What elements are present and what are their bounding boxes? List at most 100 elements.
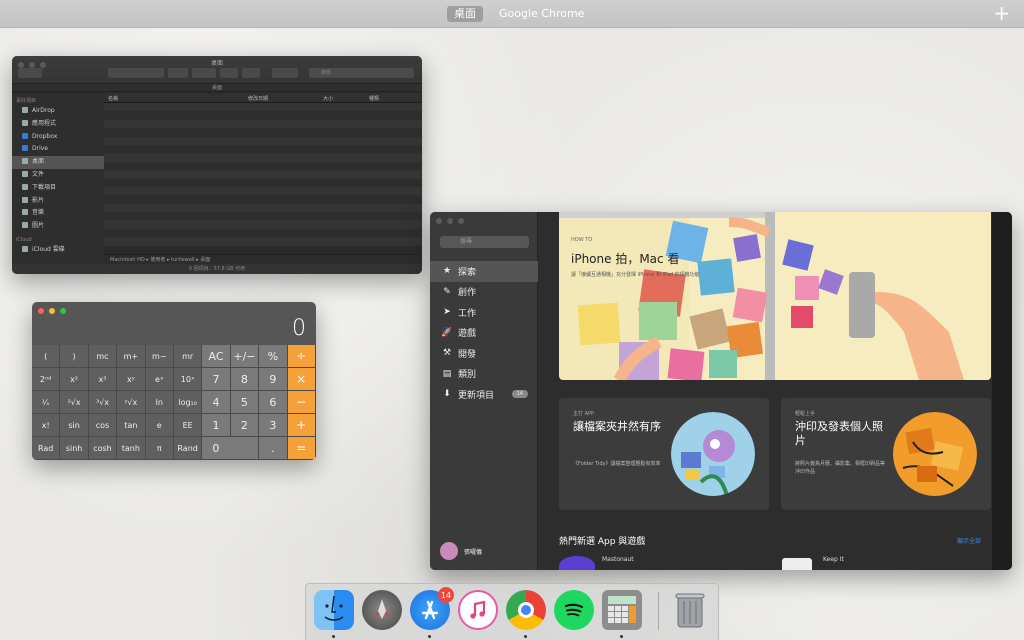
calc-key[interactable]: 9 bbox=[259, 368, 288, 391]
trash-icon[interactable] bbox=[670, 590, 710, 630]
itunes-icon[interactable] bbox=[458, 590, 498, 630]
calc-key[interactable]: ( bbox=[32, 345, 61, 368]
app-store-search-input[interactable]: 搜尋 bbox=[440, 236, 529, 248]
calc-key[interactable]: m− bbox=[145, 345, 174, 368]
nav-item[interactable]: ⬇ 更新項目 14 bbox=[430, 384, 538, 405]
calc-key[interactable]: − bbox=[287, 391, 316, 414]
app-item-keep-it[interactable]: Keep It bbox=[823, 556, 844, 563]
calc-key[interactable]: 0 bbox=[202, 437, 260, 460]
calc-key[interactable]: log₁₀ bbox=[173, 391, 203, 414]
column-name[interactable]: 名稱 bbox=[108, 95, 118, 102]
calc-key[interactable]: mr bbox=[173, 345, 203, 368]
see-all-link[interactable]: 顯示全部 bbox=[957, 536, 981, 545]
file-list[interactable]: 名稱 修改日期 大小 種類 bbox=[104, 93, 422, 254]
sidebar-item-documents[interactable]: 文件 bbox=[12, 169, 104, 182]
back-forward-button[interactable] bbox=[18, 68, 42, 78]
calc-key[interactable]: 10ˣ bbox=[173, 368, 203, 391]
add-space-button[interactable]: + bbox=[993, 2, 1010, 24]
calc-key[interactable]: π bbox=[145, 437, 174, 460]
user-account[interactable]: 張曜儀 bbox=[440, 542, 482, 560]
calc-key[interactable]: ÷ bbox=[287, 345, 316, 368]
gear-icon[interactable] bbox=[192, 68, 216, 78]
calc-key[interactable]: cos bbox=[88, 414, 118, 437]
sidebar-item-applications[interactable]: 應用程式 bbox=[12, 118, 104, 131]
calc-key[interactable]: . bbox=[259, 437, 288, 460]
app-store-icon[interactable]: 14 bbox=[410, 587, 454, 630]
featured-card-photo-printing[interactable]: 輕鬆上手 沖印及發表個人照片 將照片變為月曆、攝影集、相框印刷品等沖印作品 bbox=[781, 398, 991, 510]
column-date[interactable]: 修改日期 bbox=[248, 95, 268, 102]
nav-item[interactable]: ▤ 類別 bbox=[430, 364, 538, 385]
calc-key[interactable]: % bbox=[259, 345, 288, 368]
calc-key[interactable]: ln bbox=[145, 391, 174, 414]
mastonaut-icon[interactable] bbox=[559, 556, 595, 570]
calculator-icon[interactable] bbox=[602, 590, 642, 630]
window-controls[interactable] bbox=[436, 218, 464, 224]
calc-key[interactable]: 2 bbox=[230, 414, 260, 437]
window-controls[interactable] bbox=[38, 308, 66, 314]
calc-key[interactable]: 8 bbox=[230, 368, 260, 391]
nav-item[interactable]: ✎ 創作 bbox=[430, 282, 538, 303]
calc-key[interactable]: eˣ bbox=[145, 368, 174, 391]
chrome-icon[interactable] bbox=[506, 590, 546, 630]
calc-key[interactable]: 4 bbox=[202, 391, 231, 414]
calc-key[interactable]: 1 bbox=[202, 414, 231, 437]
calc-key[interactable]: 5 bbox=[230, 391, 260, 414]
calc-key[interactable]: 3 bbox=[259, 414, 288, 437]
dropbox-icon[interactable] bbox=[272, 68, 298, 78]
calc-key[interactable]: 6 bbox=[259, 391, 288, 414]
space-desktop[interactable]: 桌面 bbox=[447, 6, 483, 22]
calc-key[interactable]: tan bbox=[117, 414, 146, 437]
calculator-window[interactable]: 0 () mc m+ m− mr AC +/−% ÷ 2ⁿᵈ x² x³ xʸ eˣ 10ˣ 7 8 9 × ¹⁄ₓ… bbox=[32, 302, 316, 460]
calc-key[interactable]: AC bbox=[202, 345, 231, 368]
view-mode-buttons[interactable] bbox=[108, 68, 164, 78]
calc-key[interactable]: x! bbox=[32, 414, 61, 437]
calc-key[interactable]: sinh bbox=[60, 437, 89, 460]
sidebar-item-pictures[interactable]: 圖片 bbox=[12, 220, 104, 233]
tag-icon[interactable] bbox=[242, 68, 260, 78]
calc-key[interactable]: tanh bbox=[117, 437, 146, 460]
calc-key[interactable]: + bbox=[287, 414, 316, 437]
calc-key[interactable]: 7 bbox=[202, 368, 231, 391]
column-size[interactable]: 大小 bbox=[323, 95, 333, 102]
sidebar-item-icloud-drive[interactable]: iCloud 雲碟 bbox=[12, 244, 104, 257]
nav-item[interactable]: ➤ 工作 bbox=[430, 302, 538, 323]
nav-item[interactable]: ★ 探索 bbox=[430, 261, 538, 282]
calc-key[interactable]: Rad bbox=[32, 437, 61, 460]
calc-key[interactable]: ³√x bbox=[88, 391, 118, 414]
app-item-mastonaut[interactable]: Mastonaut bbox=[602, 556, 634, 563]
calc-key[interactable]: m+ bbox=[117, 345, 146, 368]
hero-banner[interactable]: HOW TO iPhone 拍，Mac 看 讓「接續互通相機」充分發揮 iPho… bbox=[559, 212, 991, 380]
finder-search-input[interactable]: 搜尋 bbox=[309, 68, 414, 78]
calc-key[interactable]: cosh bbox=[88, 437, 118, 460]
launchpad-icon[interactable] bbox=[362, 590, 402, 630]
calc-key[interactable]: = bbox=[287, 437, 316, 460]
calc-key[interactable]: EE bbox=[173, 414, 203, 437]
calc-key[interactable]: × bbox=[287, 368, 316, 391]
sidebar-item-downloads[interactable]: 下載項目 bbox=[12, 182, 104, 195]
app-store-window[interactable]: 搜尋 ★ 探索 ✎ 創作 ➤ 工作 🚀 遊戲 ⚒ 開發 ▤ 類別 ⬇ 更新項目 14 張曜儀 bbox=[430, 212, 1012, 570]
sidebar-item-airdrop[interactable]: AirDrop bbox=[12, 105, 104, 118]
nav-item[interactable]: ⚒ 開發 bbox=[430, 343, 538, 364]
sidebar-item-drive[interactable]: Drive bbox=[12, 143, 104, 156]
sidebar-item-music[interactable]: 音樂 bbox=[12, 207, 104, 220]
calc-key[interactable]: 2ⁿᵈ bbox=[32, 368, 61, 391]
calc-key[interactable]: Rand bbox=[173, 437, 203, 460]
space-google-chrome[interactable]: Google Chrome bbox=[492, 6, 591, 22]
sidebar-item-dropbox[interactable]: Dropbox bbox=[12, 131, 104, 144]
calc-key[interactable]: ) bbox=[60, 345, 89, 368]
nav-item[interactable]: 🚀 遊戲 bbox=[430, 323, 538, 344]
calc-key[interactable]: x² bbox=[60, 368, 89, 391]
calc-key[interactable]: sin bbox=[60, 414, 89, 437]
scrollbar[interactable] bbox=[992, 212, 1012, 570]
calc-key[interactable]: ²√x bbox=[60, 391, 89, 414]
sidebar-item-movies[interactable]: 影片 bbox=[12, 195, 104, 208]
group-button[interactable] bbox=[168, 68, 188, 78]
sidebar-item-desktop[interactable]: 桌面 bbox=[12, 156, 104, 169]
calc-key[interactable]: e bbox=[145, 414, 174, 437]
keep-it-icon[interactable] bbox=[782, 558, 812, 570]
calc-key[interactable]: ʸ√x bbox=[117, 391, 146, 414]
calc-key[interactable]: ¹⁄ₓ bbox=[32, 391, 61, 414]
calc-key[interactable]: mc bbox=[88, 345, 118, 368]
finder-icon[interactable] bbox=[314, 590, 354, 630]
share-icon[interactable] bbox=[220, 68, 238, 78]
